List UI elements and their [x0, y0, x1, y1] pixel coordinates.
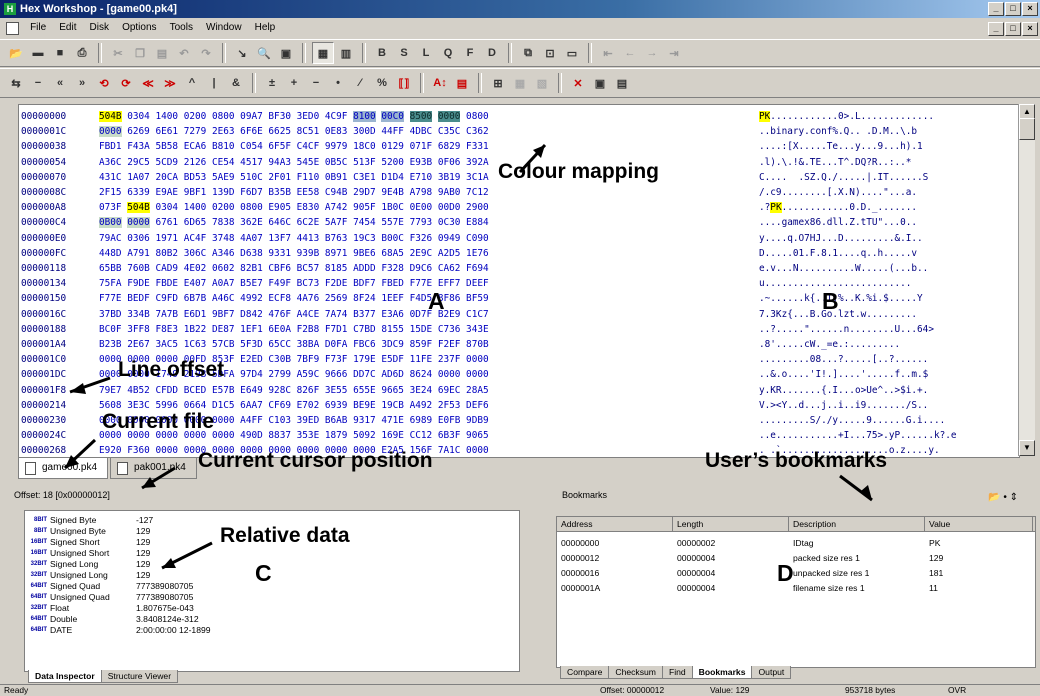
annotation-label-b: B	[822, 288, 839, 314]
annotation-cursor-position: Current cursor position	[198, 449, 433, 472]
annotation-label-c: C	[255, 560, 272, 586]
annotation-line-offset: Line offset	[118, 358, 225, 381]
annotation-label-d: D	[777, 560, 794, 586]
annotation-colour-mapping: Colour mapping	[498, 160, 659, 183]
annotation-current-file: Current file	[102, 410, 215, 433]
annotation-user-bookmarks: User’s bookmarks	[705, 449, 888, 472]
annotation-label-a: A	[428, 288, 445, 314]
annotation-relative-data: Relative data	[220, 524, 350, 547]
annotation-arrows	[63, 143, 873, 570]
